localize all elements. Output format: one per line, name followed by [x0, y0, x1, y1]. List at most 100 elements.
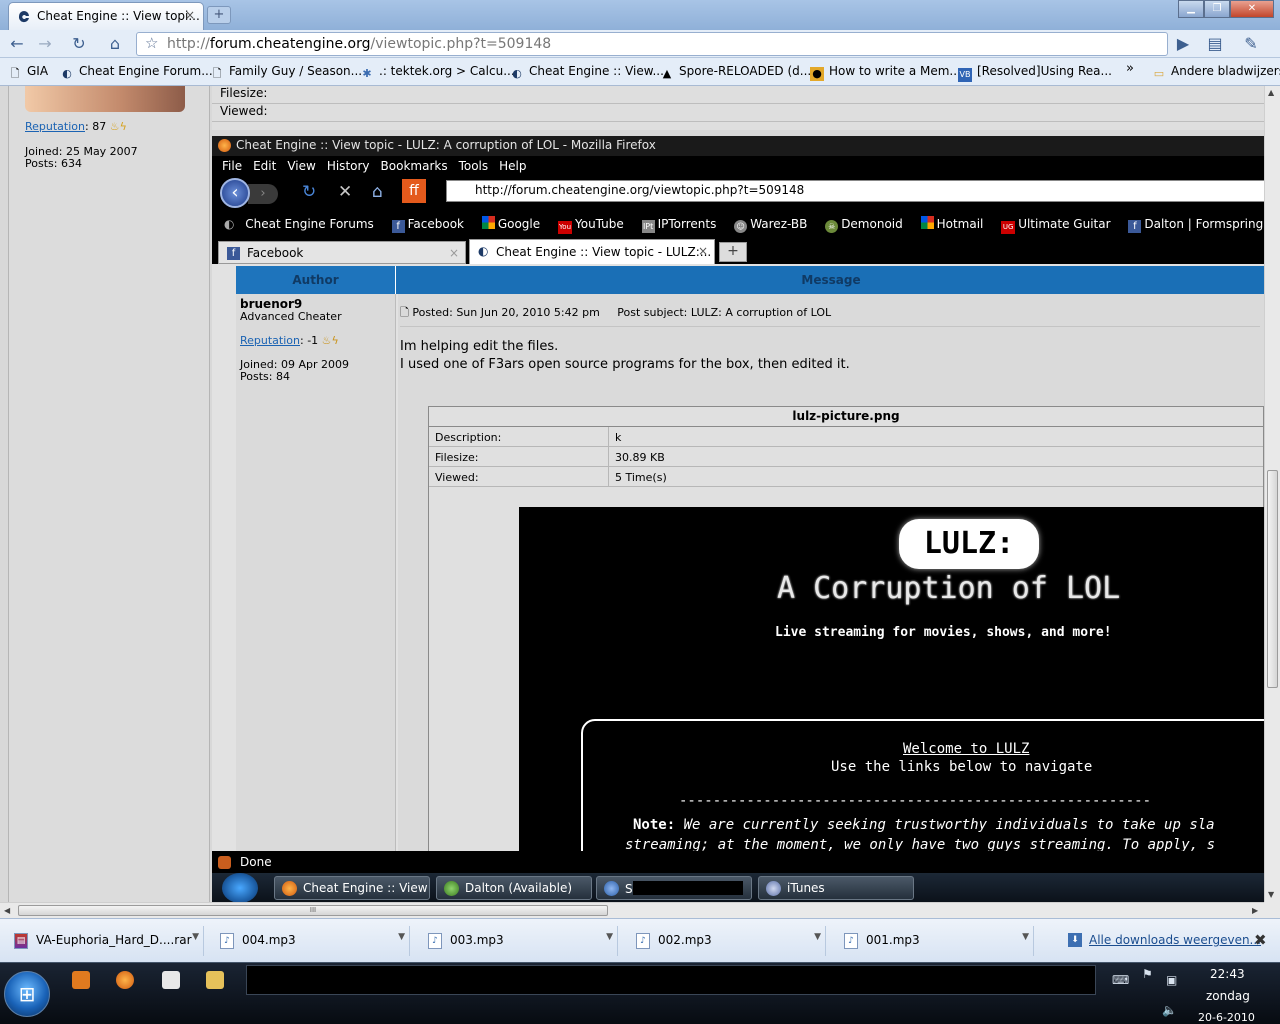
bookmark-item[interactable]: ◐ Cheat Engine :: View... [510, 64, 664, 81]
download-item[interactable]: ♪ 001.mp3 ▼ [834, 926, 1034, 956]
scroll-up-icon[interactable]: ▲ [1268, 88, 1274, 97]
notepad-icon[interactable] [162, 971, 180, 989]
vertical-scrollbar[interactable]: ▲ ▼ [1264, 86, 1280, 902]
menu-history[interactable]: History [327, 159, 370, 176]
volume-icon[interactable]: 🔈 [1162, 1003, 1177, 1017]
scroll-right-icon[interactable]: ▶ [1252, 906, 1258, 915]
download-item[interactable]: ♪ 002.mp3 ▼ [626, 926, 826, 956]
bookmark-item[interactable]: You YouTube [557, 217, 631, 234]
bookmark-item[interactable]: Google [481, 216, 547, 231]
bookmark-item[interactable]: ● How to write a Mem... [810, 64, 961, 81]
stop-icon[interactable]: ✕ [338, 182, 352, 202]
tektek-icon: ✱ [362, 67, 372, 80]
firefox-icon[interactable] [116, 971, 134, 989]
close-icon[interactable]: × [449, 246, 459, 260]
close-window-button[interactable]: ✕ [1230, 0, 1274, 18]
close-icon[interactable]: × [185, 8, 195, 22]
scrollbar-thumb[interactable] [1267, 470, 1278, 688]
bookmark-item[interactable]: 🗋 Family Guy / Season... [210, 64, 363, 81]
folder-icon[interactable] [206, 971, 224, 989]
keyboard-icon[interactable]: ⌨ [1112, 973, 1129, 987]
forum-post-area: Author Message bruenor9 Advanced Cheater… [212, 264, 1264, 851]
lulz-instructions: Use the links below to navigate [831, 759, 1093, 775]
bookmark-item[interactable]: ☠ Demonoid [825, 217, 910, 233]
chrome-tab-active[interactable]: Cheat Engine :: View topi... × [8, 2, 204, 30]
bookmark-item[interactable]: Hotmail [920, 216, 991, 231]
youtube-icon: You [557, 221, 572, 234]
media-player-icon[interactable] [72, 971, 90, 989]
lulz-tagline: Live streaming for movies, shows, and mo… [775, 625, 1112, 640]
reputation-link[interactable]: Reputation [25, 120, 85, 133]
download-item[interactable]: ♪ 003.mp3 ▼ [418, 926, 618, 956]
start-button[interactable]: ⊞ [4, 971, 50, 1017]
page-menu-icon[interactable]: ▤ [1204, 34, 1226, 54]
bookmark-item[interactable]: f Facebook [391, 217, 471, 233]
reputation-link[interactable]: Reputation [240, 334, 300, 347]
chevron-down-icon[interactable]: ▼ [1022, 932, 1029, 942]
reload-icon[interactable]: ↻ [302, 182, 316, 202]
chrome-tab-title: Cheat Engine :: View topi... [37, 9, 200, 23]
menu-help[interactable]: Help [499, 159, 526, 176]
bookmark-item[interactable]: IPt IPTorrents [641, 217, 724, 233]
ff-addon-icon[interactable]: ff [402, 179, 426, 203]
back-arrow-icon[interactable]: ‹ [220, 178, 250, 208]
home-icon[interactable]: ⌂ [104, 34, 126, 54]
close-icon[interactable]: × [698, 244, 708, 258]
horizontal-scrollbar[interactable]: ◀ III ▶ [0, 902, 1264, 918]
flag-icon[interactable]: ⚑ [1142, 967, 1153, 981]
bookmark-item[interactable]: ◐ Cheat Engine Forums [224, 217, 381, 231]
go-arrow-icon[interactable]: ▶ [1172, 34, 1194, 54]
chevron-down-icon[interactable]: ▼ [814, 932, 821, 942]
firefox-address-bar[interactable]: http://forum.cheatengine.org/viewtopic.p… [446, 180, 1264, 202]
new-tab-button[interactable]: + [719, 242, 747, 262]
author-stats: Joined: 25 May 2007 Posts: 634 [25, 145, 138, 170]
clock-time[interactable]: 22:43 [1210, 967, 1245, 981]
bookmark-item[interactable]: ◐ Cheat Engine Forum... [60, 64, 212, 81]
reload-icon[interactable]: ↻ [68, 34, 90, 54]
new-tab-button[interactable]: + [207, 6, 231, 24]
clock-day[interactable]: zondag [1206, 989, 1250, 1003]
maximize-button[interactable]: ❐ [1204, 0, 1230, 18]
bookmark-item[interactable]: ✱.: tektek.org > Calcu... [360, 64, 514, 81]
clock-date[interactable]: 20-6-2010 [1198, 1011, 1255, 1024]
forward-arrow-icon[interactable]: → [34, 34, 56, 54]
scroll-left-icon[interactable]: ◀ [4, 906, 10, 915]
chevron-down-icon[interactable]: ▼ [192, 932, 199, 942]
menu-bookmarks[interactable]: Bookmarks [381, 159, 448, 176]
chevron-down-icon[interactable]: ▼ [606, 932, 613, 942]
menu-view[interactable]: View [287, 159, 315, 176]
menu-file[interactable]: File [222, 159, 242, 176]
bookmark-item[interactable]: UG Ultimate Guitar [1001, 217, 1117, 234]
menu-edit[interactable]: Edit [253, 159, 276, 176]
bookmark-item[interactable]: VB [Resolved]Using Rea... [958, 64, 1112, 82]
star-icon[interactable]: ☆ [145, 34, 158, 52]
back-arrow-icon[interactable]: ← [6, 34, 28, 54]
scrollbar-thumb[interactable]: III [18, 905, 608, 916]
address-bar[interactable]: ☆ http://forum.cheatengine.org/viewtopic… [136, 32, 1168, 56]
home-icon[interactable]: ⌂ [372, 182, 383, 202]
attachment-filename[interactable]: lulz-picture.png [429, 407, 1263, 427]
chevron-down-icon[interactable]: ▼ [398, 932, 405, 942]
network-icon[interactable]: ▣ [1166, 973, 1177, 987]
other-bookmarks[interactable]: ▭ Andere bladwijzers [1152, 64, 1280, 81]
wrench-icon[interactable]: ✎ [1240, 34, 1262, 54]
bookmark-item[interactable]: ▲ Spore-RELOADED (d... [660, 64, 811, 81]
firefox-tab-cheat-engine[interactable]: ◐ Cheat Engine :: View topic - LULZ:... … [469, 239, 715, 264]
bookmarks-overflow-button[interactable]: » [1126, 61, 1134, 76]
download-item[interactable]: ♪ 004.mp3 ▼ [210, 926, 410, 956]
attachment-image[interactable]: LULZ: A Corruption of LOL Live streaming… [519, 507, 1264, 851]
bookmark-item[interactable]: ☺ Warez-BB [734, 217, 814, 233]
menu-tools[interactable]: Tools [459, 159, 489, 176]
download-item[interactable]: ▤ VA-Euphoria_Hard_D....rar ▼ [4, 926, 204, 956]
close-icon[interactable]: ✖ [1254, 931, 1267, 949]
show-all-downloads-link[interactable]: Alle downloads weergeven... [1089, 933, 1261, 947]
scroll-down-icon[interactable]: ▼ [1268, 890, 1274, 899]
firefox-tab-facebook[interactable]: f Facebook × [218, 241, 466, 264]
bookmark-item[interactable]: fDalton | Formspring.Me [1128, 217, 1264, 233]
author-name[interactable]: bruenor9 [240, 297, 302, 311]
firefox-icon [218, 139, 231, 152]
minimize-button[interactable]: ▁ [1178, 0, 1204, 18]
forward-arrow-icon[interactable]: › [248, 184, 278, 204]
bookmark-item[interactable]: 🗋 GIA [8, 64, 48, 81]
post-body: Im helping edit the files. I used one of… [400, 339, 850, 372]
